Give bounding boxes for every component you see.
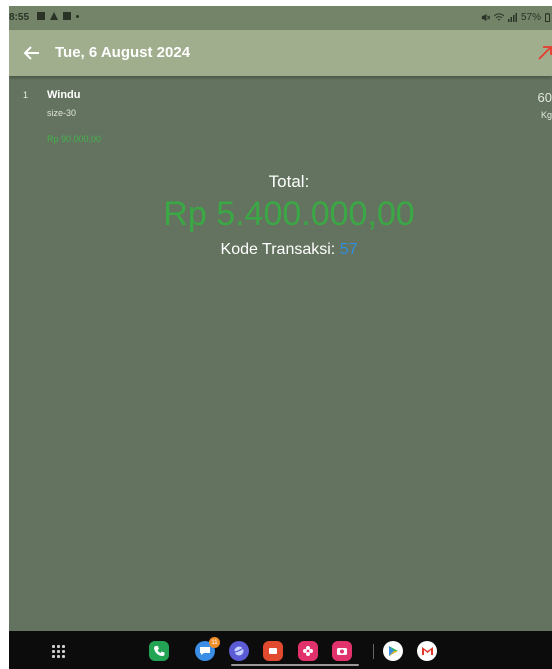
slides-app-icon[interactable]	[263, 641, 283, 661]
mute-icon	[481, 13, 490, 22]
dock-separator	[373, 644, 374, 659]
item-price: Rp 90.000,00	[47, 134, 102, 144]
total-amount: Rp 5.400.000,00	[163, 195, 415, 233]
item-name: Windu	[47, 89, 81, 101]
page-title: Tue, 6 August 2024	[55, 44, 191, 61]
gmail-icon[interactable]	[417, 641, 437, 661]
transaction-code: Kode Transaksi: 57	[9, 241, 552, 259]
camera-app-icon[interactable]	[332, 641, 352, 661]
navigation-bar: 11	[9, 631, 552, 669]
total-label: Total:	[268, 172, 310, 191]
gallery-icon	[37, 12, 45, 20]
status-bar: 8:55 57%	[9, 6, 552, 30]
phone-screen: 8:55 57% Tue, 6 August 2024 1 Windu size…	[9, 6, 552, 669]
status-system-icons: 57%	[481, 12, 550, 23]
dot-icon	[76, 14, 79, 18]
messages-app-icon[interactable]: 11	[195, 637, 220, 661]
status-notification-icons	[37, 12, 79, 20]
phone-app-icon[interactable]	[149, 641, 169, 661]
battery-icon	[545, 13, 550, 22]
item-index: 1	[23, 90, 29, 100]
back-arrow-icon[interactable]	[21, 42, 43, 64]
calendar-icon	[63, 12, 71, 20]
apps-grid-icon[interactable]	[52, 645, 65, 658]
alert-icon	[50, 12, 58, 20]
play-store-icon[interactable]	[383, 641, 403, 661]
export-arrow-icon[interactable]	[535, 43, 552, 63]
item-size: size-30	[47, 108, 77, 118]
messages-badge: 11	[209, 637, 220, 648]
transaction-code-value: 57	[339, 241, 358, 258]
item-quantity: 60	[537, 90, 552, 105]
flower-app-icon[interactable]	[298, 641, 318, 661]
battery-percent: 57%	[520, 12, 541, 23]
wifi-icon	[493, 13, 504, 21]
signal-icon	[507, 13, 517, 22]
status-time: 8:55	[9, 12, 30, 23]
home-indicator[interactable]	[231, 664, 359, 666]
transaction-code-label: Kode Transaksi:	[220, 241, 340, 258]
app-bar: Tue, 6 August 2024	[9, 30, 552, 76]
internet-app-icon[interactable]	[229, 641, 249, 661]
item-unit: Kg	[540, 110, 552, 120]
